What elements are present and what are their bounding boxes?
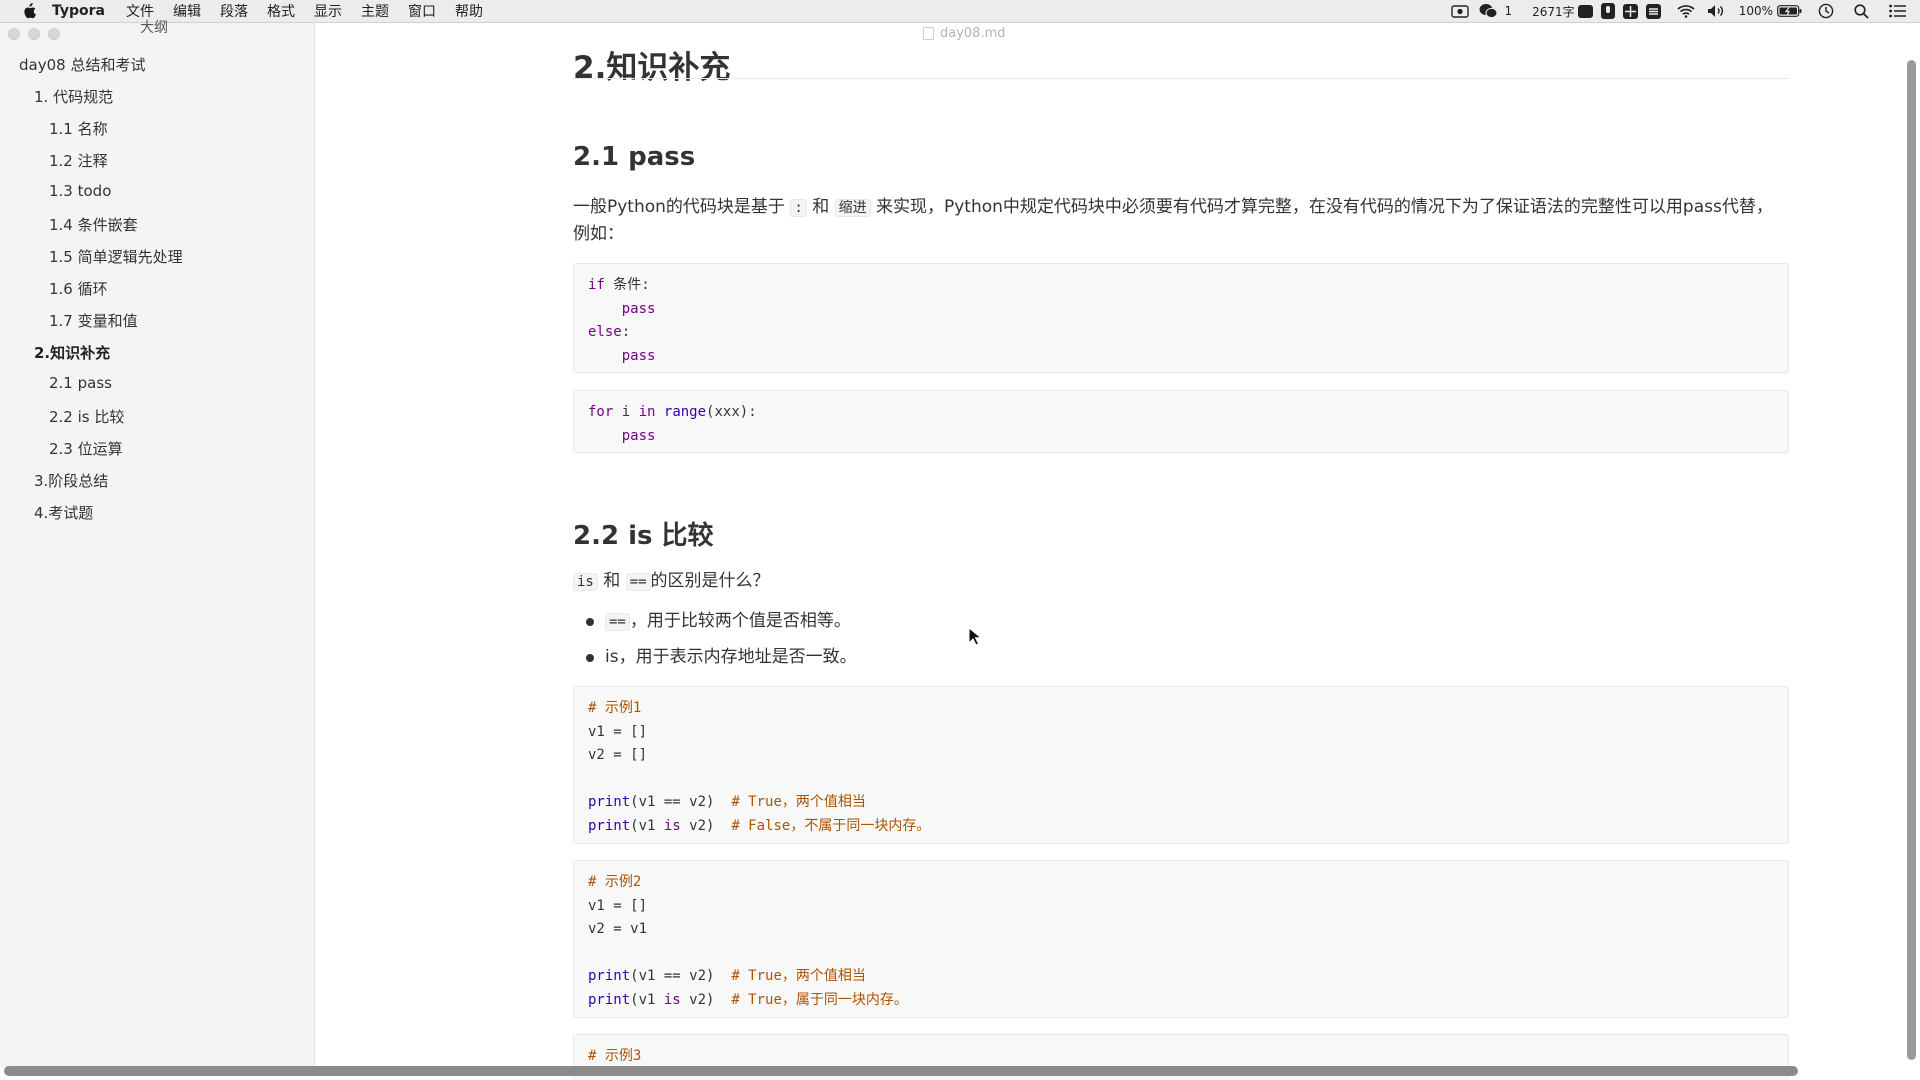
code-line: pass: [621, 300, 656, 317]
outline-item-comments[interactable]: 1.2 注释: [49, 150, 108, 171]
list-item[interactable]: is，用于表示内存地址是否一致。: [573, 644, 857, 680]
wifi-icon[interactable]: [1677, 4, 1695, 18]
menu-format[interactable]: 格式: [267, 1, 295, 21]
inline-code-eq: ==: [625, 573, 651, 591]
sidebar-title: 大纲: [140, 20, 168, 36]
outline-item-nested-conditions[interactable]: 1.4 条件嵌套: [49, 214, 138, 235]
microphone-icon[interactable]: [1600, 3, 1615, 19]
outline-item-code-style[interactable]: 1. 代码规范: [34, 86, 113, 107]
outline-item-variables-values[interactable]: 1.7 变量和值: [49, 310, 138, 331]
heading-pass[interactable]: 2.1 pass: [573, 142, 695, 172]
outline-item-loops[interactable]: 1.6 循环: [49, 278, 108, 299]
outline-sidebar: 大纲 day08 总结和考试 1. 代码规范 1.1 名称 1.2 注释 1.3…: [0, 20, 315, 1068]
code-line: v2 = v1: [588, 921, 648, 937]
bullet-text: ，用于比较两个值是否相等。: [629, 611, 851, 631]
close-window-button[interactable]: [8, 28, 20, 40]
minimize-window-button[interactable]: [28, 28, 40, 40]
code-block-example-2[interactable]: # 示例2 v1 = [] v2 = v1 print(v1 == v2) # …: [573, 860, 1789, 1018]
screen-record-icon[interactable]: [1450, 4, 1469, 18]
menu-paragraph[interactable]: 段落: [220, 1, 248, 21]
word-count[interactable]: 2671字: [1532, 3, 1575, 20]
filename-label: day08.md: [940, 26, 1006, 41]
menu-help[interactable]: 帮助: [455, 1, 483, 21]
inline-code-is: is: [573, 573, 598, 591]
code-line: v1 = []: [588, 723, 648, 740]
outline-item-knowledge-supplement[interactable]: 2.知识补充: [34, 342, 110, 363]
apple-icon[interactable]: [20, 3, 38, 19]
inline-code-eq: ==: [605, 613, 630, 631]
code-line: pass: [621, 347, 656, 364]
outline-item-names[interactable]: 1.1 名称: [49, 118, 108, 139]
code-block-example-1[interactable]: # 示例1 v1 = [] v2 = [] print(v1 == v2) # …: [573, 686, 1789, 844]
document-filename: day08.md: [923, 26, 1006, 41]
code-block-for-pass[interactable]: for i in range(xxx): pass: [573, 390, 1789, 453]
code-line: print(v1 == v2) # True，两个值相当: [588, 794, 866, 810]
code-line: # 示例3: [588, 1048, 642, 1064]
battery-icon[interactable]: [1777, 5, 1802, 17]
code-line: # 示例2: [588, 874, 642, 890]
outline-item-todo[interactable]: 1.3 todo: [49, 182, 111, 200]
code-line: else:: [588, 324, 631, 340]
inline-code-indent: 缩进: [834, 199, 871, 217]
code-block-if-pass[interactable]: if 条件: pass else: pass: [573, 263, 1789, 373]
document-icon: [923, 27, 934, 40]
inline-code-colon: :: [790, 199, 807, 217]
para-text: 和: [603, 571, 621, 591]
volume-icon[interactable]: [1707, 4, 1725, 18]
para-text: 一般Python的代码块是基于: [573, 197, 785, 217]
outline-item-exam[interactable]: 4.考试题: [34, 502, 93, 523]
vertical-scrollbar[interactable]: [1907, 60, 1916, 1060]
menu-app-typora[interactable]: Typora: [52, 3, 105, 19]
status-area: 1 2671字 100%: [1441, 0, 1920, 22]
menu-edit[interactable]: 编辑: [173, 1, 201, 21]
code-line: # 示例1: [588, 700, 642, 716]
list-item[interactable]: == ，用于比较两个值是否相等。: [573, 608, 857, 644]
outline-item-stage-summary[interactable]: 3.阶段总结: [34, 470, 108, 491]
s-app-icon[interactable]: [1645, 3, 1661, 19]
code-line: v2 = []: [588, 747, 648, 763]
heading-divider: [573, 78, 1789, 79]
outline-item-bitwise[interactable]: 2.3 位运算: [49, 438, 123, 459]
outline-item-simple-logic-first[interactable]: 1.5 简单逻辑先处理: [49, 246, 183, 267]
time-machine-icon[interactable]: [1818, 3, 1834, 19]
app-status-icon[interactable]: [1577, 4, 1593, 18]
code-line: for i in range(xxx):: [588, 404, 757, 420]
outline-item-day08[interactable]: day08 总结和考试: [19, 54, 145, 75]
code-line: pass: [621, 427, 656, 444]
bullet-text: is，用于表示内存地址是否一致。: [605, 647, 857, 667]
grid-icon[interactable]: [1622, 3, 1638, 19]
is-question-paragraph[interactable]: is 和 == 的区别是什么？: [573, 568, 1789, 595]
mouse-cursor-icon: [968, 627, 982, 646]
is-bullet-list: == ，用于比较两个值是否相等。 is，用于表示内存地址是否一致。: [573, 608, 857, 680]
para-text: 和: [812, 197, 830, 217]
wechat-badge-count: 1: [1504, 4, 1513, 18]
code-line: if 条件:: [588, 277, 650, 293]
zoom-window-button[interactable]: [48, 28, 60, 40]
spotlight-search-icon[interactable]: [1854, 3, 1869, 19]
heading-knowledge-supplement[interactable]: 2.知识补充: [573, 42, 730, 87]
code-line: print(v1 == v2) # True，两个值相当: [588, 968, 866, 984]
horizontal-scrollbar[interactable]: [4, 1066, 1798, 1076]
menu-view[interactable]: 显示: [314, 1, 342, 21]
menu-bar: Typora 文件 编辑 段落 格式 显示 主题 窗口 帮助 1 2671字 1…: [0, 0, 1920, 23]
menu-theme[interactable]: 主题: [361, 1, 389, 21]
code-line: print(v1 is v2) # False，不属于同一块内存。: [588, 817, 931, 834]
pass-paragraph[interactable]: 一般Python的代码块是基于 : 和 缩进 来实现，Python中规定代码块中…: [573, 194, 1789, 247]
outline-item-is-comparison[interactable]: 2.2 is 比较: [49, 406, 124, 427]
heading-is-comparison[interactable]: 2.2 is 比较: [573, 515, 714, 552]
code-line: print(v1 is v2) # True，属于同一块内存。: [588, 991, 908, 1008]
notification-center-icon[interactable]: [1889, 4, 1906, 18]
para-text: 的区别是什么？: [650, 571, 770, 591]
menu-window[interactable]: 窗口: [408, 1, 436, 21]
wechat-icon[interactable]: [1479, 3, 1498, 19]
battery-percent: 100%: [1738, 4, 1773, 18]
code-line: v1 = []: [588, 897, 648, 914]
outline-item-pass[interactable]: 2.1 pass: [49, 374, 112, 392]
